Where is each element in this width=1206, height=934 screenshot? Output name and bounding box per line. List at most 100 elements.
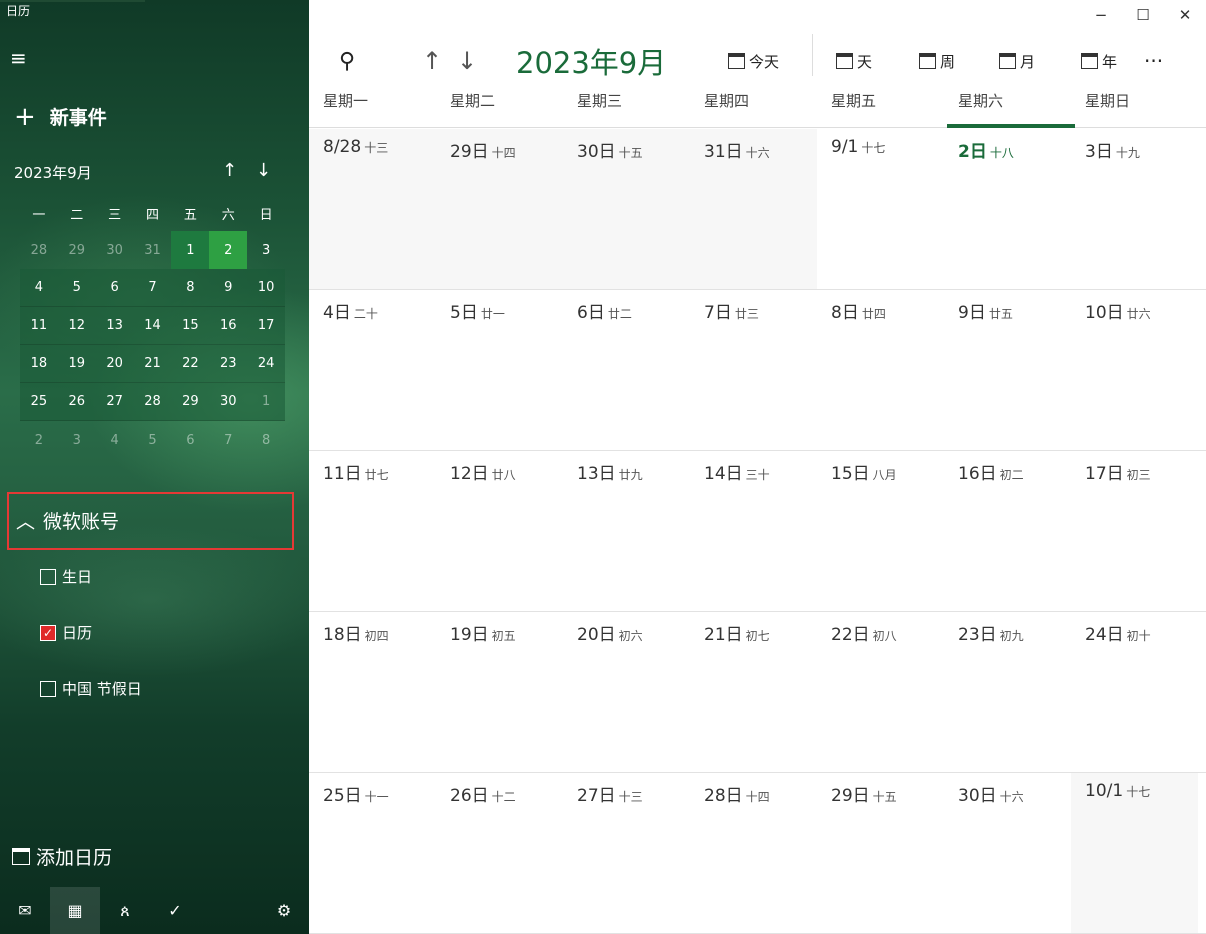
mini-calendar-day[interactable]: 9 [209,269,247,306]
day-cell[interactable]: 9/1 十七 [817,129,944,289]
day-cell[interactable]: 14日 三十 [690,451,817,611]
day-view-button[interactable]: 天 [836,34,872,88]
day-cell[interactable]: 19日 初五 [436,612,563,772]
day-cell[interactable]: 29日 十五 [817,773,944,933]
mini-calendar-day[interactable]: 23 [209,345,247,382]
mini-calendar-day[interactable]: 29 [58,231,96,269]
mini-calendar-day[interactable]: 1 [247,383,285,420]
current-month-title[interactable]: 2023年9月 [516,34,666,88]
mini-calendar-day[interactable]: 30 [96,231,134,269]
day-cell[interactable]: 29日 十四 [436,129,563,289]
day-cell[interactable]: 26日 十二 [436,773,563,933]
day-cell[interactable]: 8/28 十三 [309,129,436,289]
day-cell[interactable]: 17日 初三 [1071,451,1198,611]
mini-calendar-day[interactable]: 18 [20,345,58,382]
mini-calendar-day[interactable]: 3 [58,421,96,459]
account-header[interactable]: ︿ 微软账号 [16,507,119,534]
mini-calendar-day[interactable]: 22 [171,345,209,382]
day-cell[interactable]: 11日 廿七 [309,451,436,611]
day-cell[interactable]: 31日 十六 [690,129,817,289]
mini-calendar-day[interactable]: 6 [171,421,209,459]
day-cell[interactable]: 7日 廿三 [690,290,817,450]
next-month-icon[interactable]: ↓ [457,34,477,88]
people-icon[interactable]: ጰ [100,887,150,934]
mini-calendar-day[interactable]: 16 [209,307,247,344]
calendar-toggle-birthday[interactable]: 生日 [40,566,92,587]
day-cell[interactable]: 16日 初二 [944,451,1071,611]
mini-calendar-day[interactable]: 29 [171,383,209,420]
mini-calendar-day[interactable]: 19 [58,345,96,382]
day-cell[interactable]: 30日 十六 [944,773,1071,933]
mini-calendar-day[interactable]: 7 [209,421,247,459]
mini-calendar-day[interactable]: 13 [96,307,134,344]
mini-calendar-day[interactable]: 2 [20,421,58,459]
mini-calendar-day[interactable]: 24 [247,345,285,382]
mini-calendar-day[interactable]: 21 [134,345,172,382]
day-cell[interactable]: 8日 廿四 [817,290,944,450]
mini-calendar-day[interactable]: 14 [134,307,172,344]
mini-calendar-day[interactable]: 20 [96,345,134,382]
mini-calendar-day[interactable]: 2 [209,231,248,269]
day-cell[interactable]: 25日 十一 [309,773,436,933]
minimize-icon[interactable]: − [1080,0,1122,30]
week-view-button[interactable]: 周 [919,34,955,88]
add-calendar-button[interactable]: 添加日历 [12,843,112,870]
more-options-icon[interactable]: ··· [1144,34,1163,88]
calendar-toggle-holidays[interactable]: 中国 节假日 [40,678,142,699]
new-event-button[interactable]: + 新事件 [14,103,107,130]
mini-calendar-day[interactable]: 31 [134,231,172,269]
day-cell[interactable]: 15日 八月 [817,451,944,611]
mini-calendar-day[interactable]: 25 [20,383,58,420]
mini-calendar-day[interactable]: 12 [58,307,96,344]
mini-calendar-day[interactable]: 17 [247,307,285,344]
day-cell[interactable]: 24日 初十 [1071,612,1198,772]
day-cell[interactable]: 6日 廿二 [563,290,690,450]
settings-icon[interactable]: ⚙ [259,887,309,934]
checkbox-icon[interactable] [40,568,56,585]
search-icon[interactable]: ⚲ [339,34,355,88]
day-cell[interactable]: 3日 十九 [1071,129,1198,289]
day-cell[interactable]: 20日 初六 [563,612,690,772]
mini-calendar-day[interactable]: 3 [247,231,285,269]
mini-calendar-month[interactable]: 2023年9月 [14,162,92,183]
day-cell[interactable]: 5日 廿一 [436,290,563,450]
day-cell[interactable]: 21日 初七 [690,612,817,772]
mini-calendar-day[interactable]: 10 [247,269,285,306]
mini-calendar-day[interactable]: 28 [20,231,58,269]
mail-icon[interactable]: ✉ [0,887,50,934]
checkbox-checked-icon[interactable]: ✓ [40,624,56,641]
mini-calendar-day[interactable]: 5 [58,269,96,306]
hamburger-icon[interactable]: ≡ [10,48,27,68]
mini-calendar-day[interactable]: 15 [171,307,209,344]
day-cell[interactable]: 27日 十三 [563,773,690,933]
day-cell[interactable]: 13日 廿九 [563,451,690,611]
mini-calendar-day[interactable]: 27 [96,383,134,420]
mini-calendar-day[interactable]: 8 [247,421,285,459]
day-cell[interactable]: 22日 初八 [817,612,944,772]
mini-calendar-day[interactable]: 4 [20,269,58,306]
mini-calendar-day[interactable]: 4 [96,421,134,459]
mini-calendar-day[interactable]: 30 [209,383,247,420]
day-cell[interactable]: 4日 二十 [309,290,436,450]
today-button[interactable]: 今天 [728,34,779,88]
close-icon[interactable]: ✕ [1164,0,1206,30]
mini-calendar-day[interactable]: 6 [96,269,134,306]
prev-month-icon[interactable]: ↑ [422,34,442,88]
calendar-nav-icon[interactable]: ▦ [50,887,100,934]
mini-calendar-up-icon[interactable]: ↑ [222,160,237,181]
calendar-toggle-calendar[interactable]: ✓ 日历 [40,622,92,643]
day-cell[interactable]: 28日 十四 [690,773,817,933]
maximize-icon[interactable]: ☐ [1122,0,1164,30]
year-view-button[interactable]: 年 [1081,34,1117,88]
day-cell[interactable]: 12日 廿八 [436,451,563,611]
mini-calendar-down-icon[interactable]: ↓ [256,160,271,181]
day-cell[interactable]: 2日 十八 [944,129,1071,289]
mini-calendar-day[interactable]: 1 [171,231,210,269]
day-cell[interactable]: 30日 十五 [563,129,690,289]
mini-calendar-day[interactable]: 11 [20,307,58,344]
day-cell[interactable]: 10日 廿六 [1071,290,1198,450]
todo-icon[interactable]: ✓ [150,887,200,934]
day-cell[interactable]: 9日 廿五 [944,290,1071,450]
checkbox-icon[interactable] [40,680,56,697]
mini-calendar-day[interactable]: 28 [134,383,172,420]
